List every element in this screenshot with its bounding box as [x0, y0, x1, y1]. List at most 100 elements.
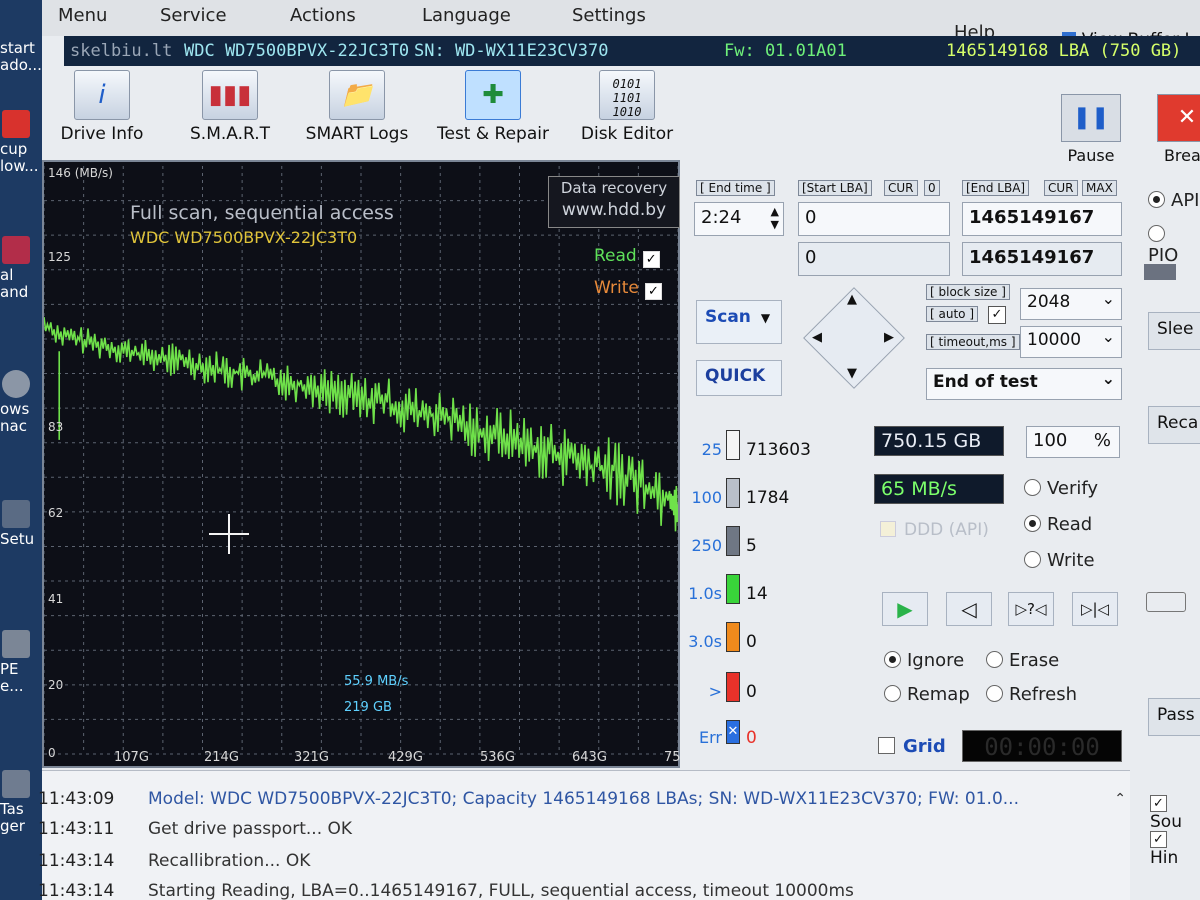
end-lba-max-button[interactable]: MAX: [1082, 180, 1117, 196]
speed-display: 65 MB/s: [874, 474, 1004, 504]
desktop-item-command[interactable]: al and: [0, 236, 42, 316]
butterfly-button[interactable]: ▷|◁: [1072, 592, 1118, 626]
timeout-select[interactable]: 10000: [1020, 326, 1122, 358]
pio-label: PIO: [1148, 245, 1179, 266]
block-size-select[interactable]: 2048: [1020, 288, 1122, 320]
block-count-over: 0: [746, 682, 757, 702]
block-swatch-250: [726, 526, 740, 556]
start-lba-label: [Start LBA]: [798, 180, 872, 196]
grid-checkbox[interactable]: Grid: [878, 736, 946, 757]
command-icon: [2, 236, 30, 264]
write-radio[interactable]: Write: [1024, 550, 1095, 571]
play-button[interactable]: ▶: [882, 592, 928, 626]
backup-icon: [2, 110, 30, 138]
passport-button[interactable]: Pass: [1148, 698, 1200, 736]
block-label-100: 100: [691, 488, 722, 507]
menu-item-menu[interactable]: Menu: [58, 5, 107, 26]
smart-logs-button[interactable]: 📁 SMART Logs: [292, 70, 422, 156]
desktop-item-backup[interactable]: cup low...: [0, 110, 42, 190]
end-lba-input[interactable]: 1465149167: [962, 202, 1122, 236]
end-lba-current: 1465149167: [962, 242, 1122, 276]
desktop-item-start[interactable]: start ado...: [0, 40, 42, 120]
erase-label: Erase: [1009, 650, 1060, 671]
refresh-radio[interactable]: Refresh: [986, 684, 1077, 705]
smart-button[interactable]: ▮▮▮ S.M.A.R.T: [170, 70, 290, 156]
arrow-up-icon[interactable]: ▲: [847, 292, 857, 307]
checkmark-icon: ✓: [1150, 795, 1167, 812]
start-lba-input[interactable]: 0: [798, 202, 950, 236]
write-radio-circle: [1024, 551, 1041, 568]
arrow-right-icon[interactable]: ▶: [884, 330, 894, 345]
x-tick-643g: 643G: [572, 750, 607, 765]
scan-mode-label: Scan: [705, 307, 751, 327]
side-panel-toggle[interactable]: [1146, 592, 1186, 612]
block-count-err: 0: [746, 728, 757, 748]
dropdown-arrow-icon: ▼: [760, 311, 771, 325]
api-radio[interactable]: API: [1148, 190, 1199, 211]
remap-label: Remap: [907, 684, 970, 705]
write-checkbox[interactable]: Write ✓: [594, 278, 662, 300]
hints-checkbox[interactable]: ✓Hin: [1150, 826, 1200, 868]
end-lba-cur-button[interactable]: CUR: [1044, 180, 1078, 196]
checkmark-icon: ✓: [644, 283, 662, 300]
break-button[interactable]: ✕ Break: [1154, 94, 1200, 166]
recalibrate-button[interactable]: Reca: [1148, 406, 1200, 444]
desktop-item-setup[interactable]: Setu: [0, 500, 42, 580]
reverse-button[interactable]: ◁: [946, 592, 992, 626]
desktop-item-task-manager[interactable]: Tas ger: [0, 770, 42, 850]
checkmark-icon: ✓: [642, 251, 660, 268]
start-lba-current-value: 0: [805, 247, 817, 268]
refresh-radio-circle: [986, 685, 1003, 702]
start-lba-zero-button[interactable]: 0: [924, 180, 940, 196]
remap-radio[interactable]: Remap: [884, 684, 970, 705]
menu-item-service[interactable]: Service: [160, 5, 227, 26]
gear-icon: [2, 370, 30, 398]
desktop-item-label: PE: [0, 660, 19, 678]
verify-radio[interactable]: Verify: [1024, 478, 1098, 499]
block-label-1s: 1.0s: [688, 584, 722, 603]
pio-radio[interactable]: PIO: [1148, 224, 1200, 266]
brand-line-2: www.hdd.by: [561, 200, 667, 220]
ddd-api-box: [880, 521, 896, 537]
block-size-label: [ block size ]: [926, 284, 1010, 300]
sleep-button[interactable]: Slee: [1148, 312, 1200, 350]
disk-editor-button[interactable]: 0101 1101 1010 Disk Editor: [562, 70, 692, 156]
test-repair-button[interactable]: ✚ Test & Repair: [428, 70, 558, 156]
auto-block-size-checkbox[interactable]: ✓: [988, 306, 1006, 324]
pause-button[interactable]: ❚❚ Pause: [1058, 94, 1124, 166]
menu-item-actions[interactable]: Actions: [290, 5, 356, 26]
log-message: Get drive passport... OK: [148, 819, 353, 839]
desktop-item-label-2: low...: [0, 157, 39, 175]
log-time: 11:43:09: [38, 789, 115, 809]
desktop-item-windows-manager[interactable]: ows nac: [0, 370, 42, 450]
read-radio-circle: [1024, 515, 1041, 532]
read-checkbox[interactable]: Read ✓: [594, 246, 660, 268]
desktop-item-label: cup: [0, 140, 28, 158]
erase-radio[interactable]: Erase: [986, 650, 1059, 671]
arrow-down-icon[interactable]: ▼: [847, 366, 857, 381]
menu-item-settings[interactable]: Settings: [572, 5, 646, 26]
spinner-arrows-icon[interactable]: ▲ ▼: [771, 205, 779, 231]
scan-mode-dropdown[interactable]: Scan ▼: [696, 300, 782, 344]
ignore-radio[interactable]: Ignore: [884, 650, 964, 671]
ddd-api-checkbox[interactable]: DDD (API): [880, 520, 989, 540]
random-seek-button[interactable]: ▷?◁: [1008, 592, 1054, 626]
block-count-3s: 0: [746, 632, 757, 652]
arrow-left-icon[interactable]: ◀: [812, 330, 822, 345]
start-lba-cur-button[interactable]: CUR: [884, 180, 918, 196]
block-label-25: 25: [701, 440, 722, 459]
block-swatch-100: [726, 478, 740, 508]
drive-info-button[interactable]: i Drive Info: [42, 70, 162, 156]
ignore-radio-circle: [884, 651, 901, 668]
read-radio[interactable]: Read: [1024, 514, 1092, 535]
scroll-up-icon[interactable]: ⌃: [1114, 791, 1126, 807]
end-time-field[interactable]: 2:24 ▲ ▼: [694, 202, 784, 236]
desktop-item-pe[interactable]: PE e...: [0, 630, 42, 710]
timeout-label: [ timeout,ms ]: [926, 334, 1020, 350]
start-lba-value: 0: [805, 207, 817, 228]
quick-button[interactable]: QUICK: [696, 360, 782, 396]
event-log[interactable]: 11:43:09 Model: WDC WD7500BPVX-22JC3T0; …: [38, 770, 1130, 900]
end-of-test-select[interactable]: End of test: [926, 368, 1122, 400]
watermark: skelbiu.lt: [70, 41, 173, 61]
menu-item-language[interactable]: Language: [422, 5, 511, 26]
